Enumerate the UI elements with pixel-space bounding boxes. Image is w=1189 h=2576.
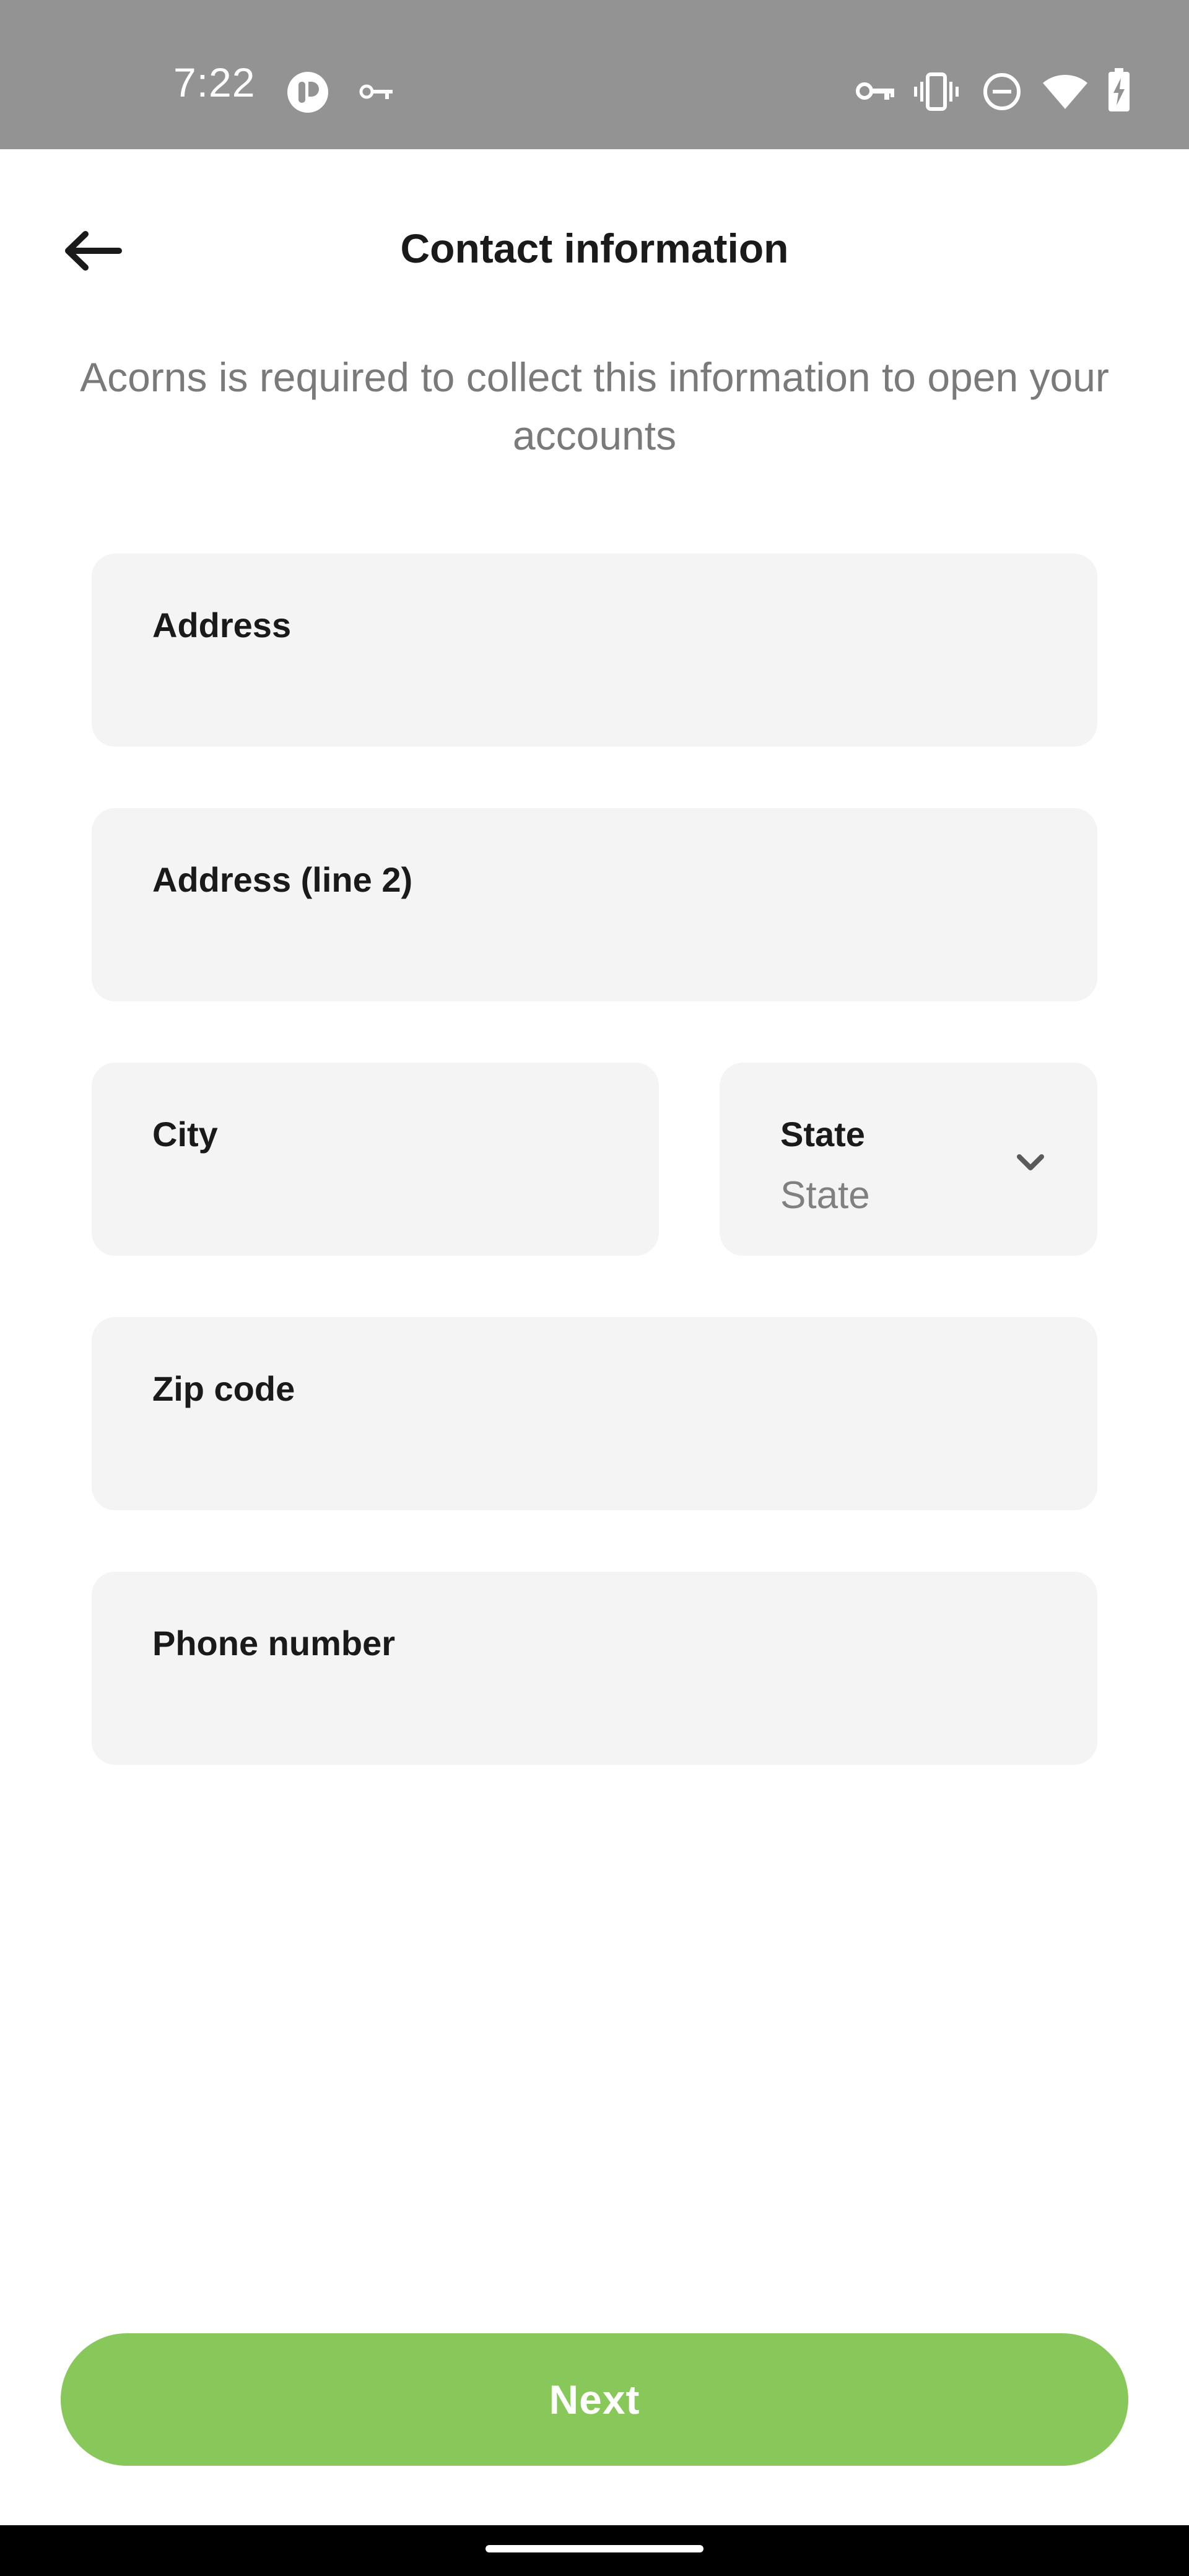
page-subtitle: Acorns is required to collect this infor… [80,354,1109,458]
state-select[interactable]: State State [720,1063,1097,1256]
home-gesture-handle[interactable] [486,2545,703,2552]
wifi-icon [1043,74,1087,109]
address-label: Address [152,606,292,645]
phone-number-input[interactable] [152,1677,1037,1726]
zip-code-label: Zip code [152,1369,295,1408]
city-label: City [152,1115,218,1154]
address-field[interactable]: Address [92,554,1097,747]
do-not-disturb-icon [983,73,1021,110]
next-button[interactable]: Next [61,2333,1128,2466]
phone-number-label: Phone number [152,1624,396,1663]
vibrate-icon [914,72,959,111]
navigation-bar [0,2525,1189,2576]
address-line2-input[interactable] [152,913,1037,963]
page-title: Contact information [400,225,789,271]
status-time: 7:22 [173,59,256,105]
chevron-down-icon [1017,1154,1044,1170]
address-input[interactable] [152,659,1037,708]
battery-charging-icon [1108,68,1130,111]
vpn-key-icon [359,84,393,99]
status-bar: 7:22 [0,0,1189,149]
state-selected-value: State [780,1174,870,1217]
zip-code-field[interactable]: Zip code [92,1317,1097,1510]
app-notification-icon [287,72,328,113]
city-field[interactable]: City [92,1063,659,1256]
zip-code-input[interactable] [152,1422,1037,1472]
phone-number-field[interactable]: Phone number [92,1572,1097,1765]
city-input[interactable] [152,1168,598,1217]
address-line2-field[interactable]: Address (line 2) [92,808,1097,1001]
address-line2-label: Address (line 2) [152,860,413,899]
state-label: State [780,1115,865,1154]
vpn-key-icon [856,82,894,100]
